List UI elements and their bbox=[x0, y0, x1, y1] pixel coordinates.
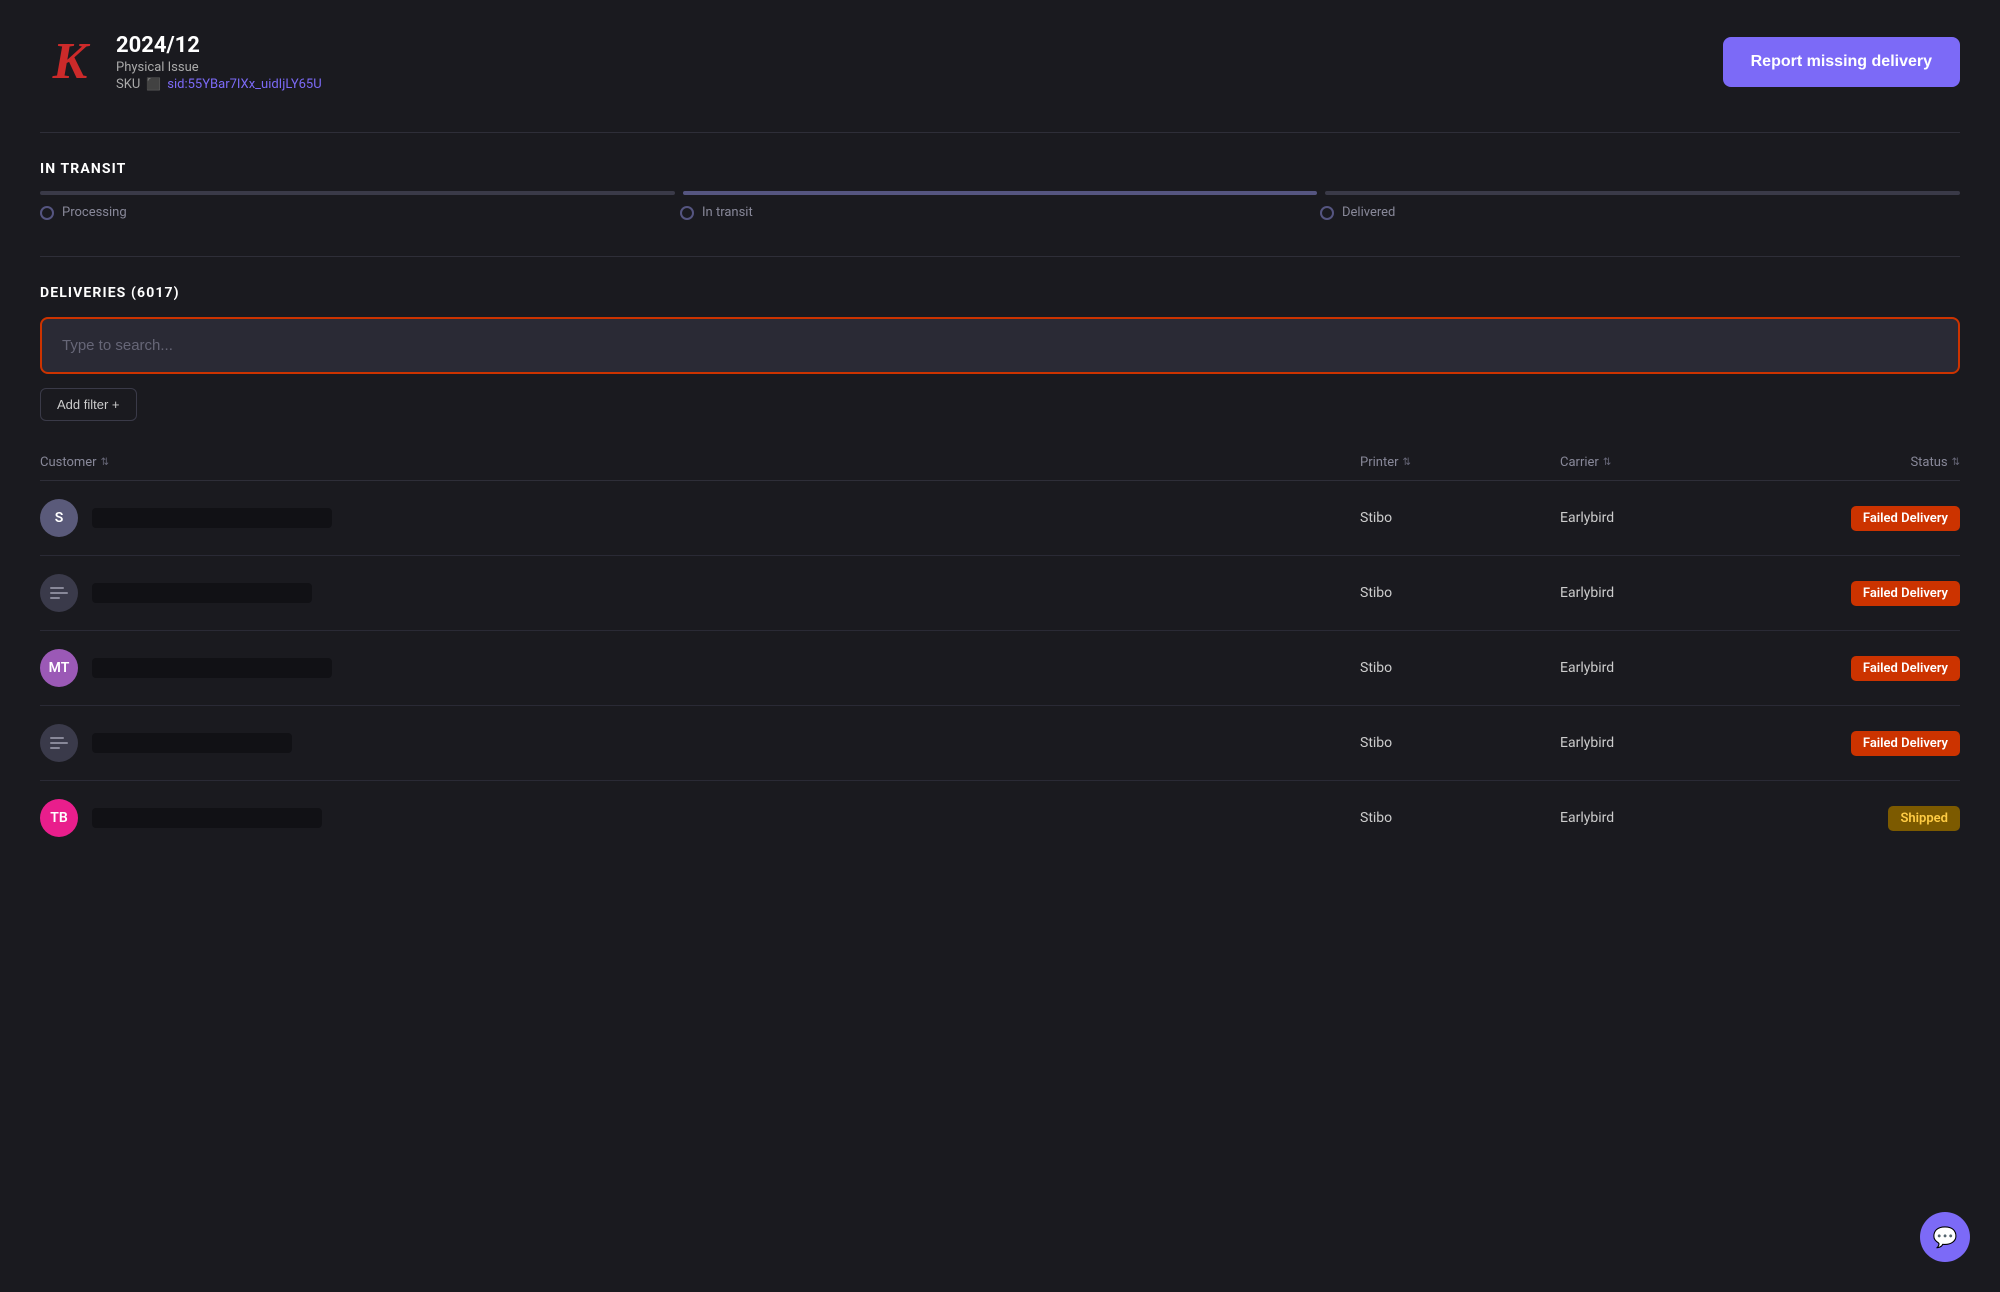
header-subtitle: Physical Issue bbox=[116, 60, 322, 75]
carrier-cell: Earlybird bbox=[1560, 810, 1760, 826]
sku-icon: ⬛ bbox=[146, 77, 161, 91]
status-title: IN TRANSIT bbox=[40, 161, 1960, 177]
header-title: 2024/12 bbox=[116, 33, 322, 58]
table-header: Customer ⇅ Printer ⇅ Carrier ⇅ Status ⇅ bbox=[40, 445, 1960, 481]
table-row[interactable]: TB StiboEarlybird Shipped bbox=[40, 781, 1960, 855]
status-cell: Failed Delivery bbox=[1760, 506, 1960, 531]
printer-cell: Stibo bbox=[1360, 810, 1560, 826]
progress-segment-processing bbox=[40, 191, 675, 195]
step-circle-transit bbox=[680, 206, 694, 220]
customer-cell bbox=[40, 574, 1360, 612]
status-cell: Failed Delivery bbox=[1760, 581, 1960, 606]
table-row[interactable]: MT StiboEarlybird Failed Delivery bbox=[40, 631, 1960, 706]
avatar: TB bbox=[40, 799, 78, 837]
step-label-delivered: Delivered bbox=[1342, 205, 1395, 220]
step-label-transit: In transit bbox=[702, 205, 753, 220]
step-in-transit: In transit bbox=[680, 205, 1320, 220]
printer-cell: Stibo bbox=[1360, 660, 1560, 676]
printer-cell: Stibo bbox=[1360, 510, 1560, 526]
customer-name-redacted bbox=[92, 808, 322, 828]
step-processing: Processing bbox=[40, 205, 680, 220]
stripe-line bbox=[50, 587, 64, 589]
stripe-line bbox=[50, 747, 60, 749]
customer-name-redacted bbox=[92, 733, 292, 753]
status-cell: Failed Delivery bbox=[1760, 731, 1960, 756]
stripe-icon-lines bbox=[50, 587, 68, 599]
sort-icon-printer: ⇅ bbox=[1403, 457, 1411, 468]
customer-cell: TB bbox=[40, 799, 1360, 837]
customer-cell bbox=[40, 724, 1360, 762]
progress-segment-delivered bbox=[1325, 191, 1960, 195]
customer-name-redacted bbox=[92, 508, 332, 528]
sku-value[interactable]: sid:55YBar7IXx_uidIjLY65U bbox=[167, 77, 321, 92]
progress-bar bbox=[40, 191, 1960, 195]
stripe-line bbox=[50, 592, 68, 594]
avatar: MT bbox=[40, 649, 78, 687]
carrier-cell: Earlybird bbox=[1560, 585, 1760, 601]
avatar: S bbox=[40, 499, 78, 537]
carrier-cell: Earlybird bbox=[1560, 735, 1760, 751]
section-divider bbox=[40, 256, 1960, 257]
logo-letter: K bbox=[53, 36, 88, 88]
table-body: SStiboEarlybirdFailed DeliveryStiboEarly… bbox=[40, 481, 1960, 855]
chat-button[interactable]: 💬 bbox=[1920, 1212, 1970, 1262]
step-label-processing: Processing bbox=[62, 205, 127, 220]
step-circle-delivered bbox=[1320, 206, 1334, 220]
status-cell: Shipped bbox=[1760, 806, 1960, 831]
status-badge: Shipped bbox=[1888, 806, 1960, 831]
status-badge: Failed Delivery bbox=[1851, 506, 1960, 531]
search-container bbox=[40, 317, 1960, 374]
report-missing-delivery-button[interactable]: Report missing delivery bbox=[1723, 37, 1960, 87]
logo: K bbox=[40, 32, 100, 92]
status-badge: Failed Delivery bbox=[1851, 731, 1960, 756]
deliveries-section: DELIVERIES (6017) Add filter + Customer … bbox=[40, 285, 1960, 855]
col-header-status: Status ⇅ bbox=[1760, 455, 1960, 470]
table-row[interactable]: StiboEarlybird Failed Delivery bbox=[40, 706, 1960, 781]
stripe-line bbox=[50, 737, 64, 739]
status-cell: Failed Delivery bbox=[1760, 656, 1960, 681]
stripe-line bbox=[50, 742, 68, 744]
col-header-printer: Printer ⇅ bbox=[1360, 455, 1560, 470]
chat-icon: 💬 bbox=[1933, 1225, 1958, 1250]
add-filter-button[interactable]: Add filter + bbox=[40, 388, 137, 421]
customer-name-redacted bbox=[92, 583, 312, 603]
customer-cell: MT bbox=[40, 649, 1360, 687]
table-row[interactable]: S StiboEarlybird Failed Delivery bbox=[40, 481, 1960, 556]
printer-cell: Stibo bbox=[1360, 585, 1560, 601]
header-info: 2024/12 Physical Issue SKU ⬛ sid:55YBar7… bbox=[116, 33, 322, 92]
page-header: K 2024/12 Physical Issue SKU ⬛ sid:55YBa… bbox=[40, 32, 1960, 92]
header-left: K 2024/12 Physical Issue SKU ⬛ sid:55YBa… bbox=[40, 32, 322, 92]
progress-segment-transit bbox=[683, 191, 1318, 195]
sort-icon-customer: ⇅ bbox=[101, 457, 109, 468]
step-delivered: Delivered bbox=[1320, 205, 1960, 220]
col-header-customer: Customer ⇅ bbox=[40, 455, 1360, 470]
status-badge: Failed Delivery bbox=[1851, 656, 1960, 681]
carrier-cell: Earlybird bbox=[1560, 510, 1760, 526]
step-circle-processing bbox=[40, 206, 54, 220]
customer-cell: S bbox=[40, 499, 1360, 537]
status-steps: Processing In transit Delivered bbox=[40, 205, 1960, 220]
printer-cell: Stibo bbox=[1360, 735, 1560, 751]
col-header-carrier: Carrier ⇅ bbox=[1560, 455, 1760, 470]
table-row[interactable]: StiboEarlybird Failed Delivery bbox=[40, 556, 1960, 631]
stripe-line bbox=[50, 597, 60, 599]
carrier-cell: Earlybird bbox=[1560, 660, 1760, 676]
sku-label: SKU bbox=[116, 77, 140, 92]
status-badge: Failed Delivery bbox=[1851, 581, 1960, 606]
header-divider bbox=[40, 132, 1960, 133]
avatar bbox=[40, 724, 78, 762]
avatar bbox=[40, 574, 78, 612]
sort-icon-status: ⇅ bbox=[1952, 457, 1960, 468]
customer-name-redacted bbox=[92, 658, 332, 678]
sort-icon-carrier: ⇅ bbox=[1603, 457, 1611, 468]
search-input[interactable] bbox=[40, 317, 1960, 374]
header-sku: SKU ⬛ sid:55YBar7IXx_uidIjLY65U bbox=[116, 77, 322, 92]
status-section: IN TRANSIT Processing In transit Deliver… bbox=[40, 161, 1960, 220]
deliveries-title: DELIVERIES (6017) bbox=[40, 285, 1960, 301]
stripe-icon-lines bbox=[50, 737, 68, 749]
